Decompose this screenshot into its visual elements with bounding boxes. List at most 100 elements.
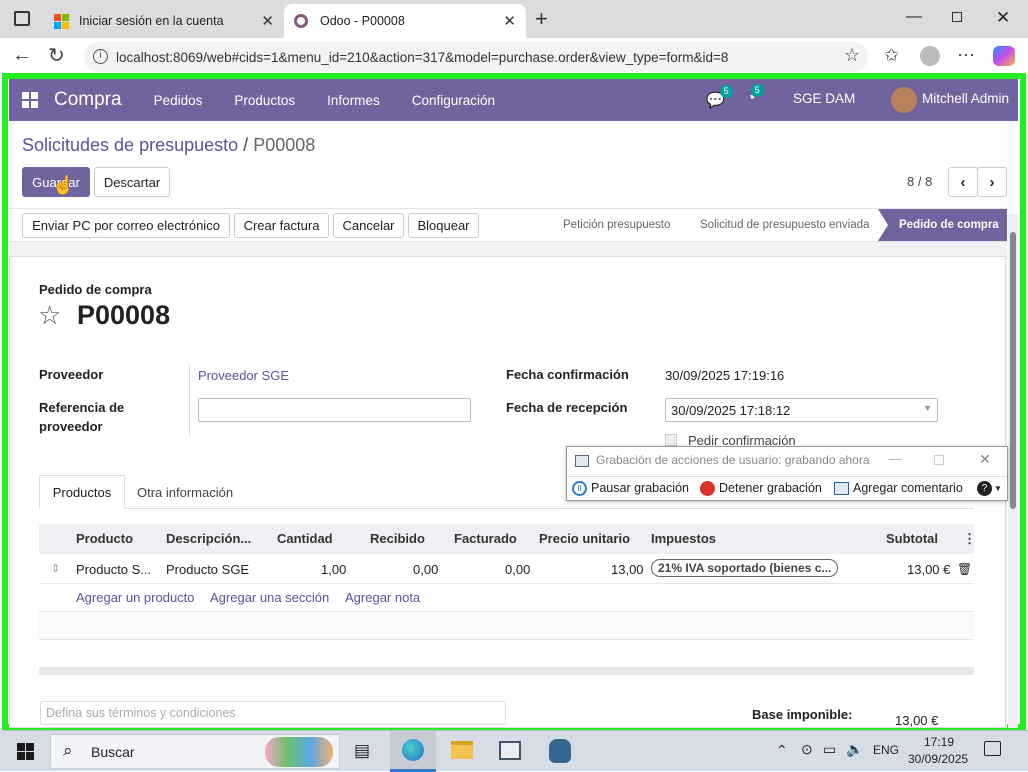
stage-rfq-sent[interactable]: Solicitud de presupuesto enviada	[700, 209, 869, 241]
row-received[interactable]: 0,00	[413, 562, 438, 577]
tab-odoo[interactable]: Odoo - P00008 ✕	[284, 4, 526, 38]
scrollbar-thumb[interactable]	[1010, 232, 1016, 509]
stage-rfq[interactable]: Petición presupuesto	[563, 209, 670, 241]
tab-actions-icon[interactable]	[14, 11, 30, 26]
vendor-ref-input[interactable]	[198, 398, 471, 422]
task-view-icon[interactable]: ▤	[354, 741, 370, 761]
steps-recorder-taskbar-icon[interactable]	[499, 741, 521, 760]
minimize-button[interactable]: —	[906, 8, 922, 26]
edge-taskbar-icon[interactable]	[390, 731, 436, 772]
postgres-elephant-icon[interactable]	[549, 739, 571, 763]
favorite-star-icon[interactable]: ☆	[844, 45, 860, 66]
row-quantity[interactable]: 1,00	[321, 562, 346, 577]
add-product-link[interactable]: Agregar un producto	[76, 590, 195, 605]
stage-purchase-order[interactable]: Pedido de compra	[878, 209, 1007, 241]
menu-productos[interactable]: Productos	[234, 93, 295, 108]
back-arrow-icon[interactable]: ←	[12, 44, 32, 67]
app-grid-icon[interactable]	[22, 92, 38, 108]
col-description[interactable]: Descripción...	[166, 531, 251, 546]
send-po-email-button[interactable]: Enviar PC por correo electrónico	[22, 213, 230, 238]
add-note-link[interactable]: Agregar nota	[345, 590, 420, 605]
app-name[interactable]: Compra	[54, 89, 122, 111]
pause-icon[interactable]: II	[572, 481, 587, 496]
add-section-link[interactable]: Agregar una sección	[210, 590, 329, 605]
pause-recording-button[interactable]: Pausar grabación	[591, 481, 689, 495]
comment-icon[interactable]	[834, 482, 849, 495]
create-invoice-button[interactable]: Crear factura	[234, 213, 329, 238]
ask-confirm-checkbox[interactable]	[665, 434, 677, 446]
row-unit-price[interactable]: 13,00	[611, 562, 644, 577]
close-tab-icon[interactable]: ✕	[261, 12, 274, 30]
recorder-close-icon[interactable]: ✕	[979, 451, 991, 468]
menu-pedidos[interactable]: Pedidos	[154, 93, 203, 108]
lock-button[interactable]: Bloquear	[408, 213, 479, 238]
terms-input[interactable]: Defina sus términos y condiciones	[40, 701, 506, 725]
col-invoiced[interactable]: Facturado	[454, 531, 517, 546]
user-menu[interactable]: Mitchell Admin	[922, 91, 1009, 106]
new-tab-button[interactable]: +	[535, 6, 548, 32]
table-footer	[39, 667, 974, 675]
discard-button[interactable]: Descartar	[94, 167, 170, 197]
pager-next-button[interactable]: ›	[977, 167, 1007, 197]
receipt-date-input[interactable]: 30/09/2025 17:18:12 ▼	[665, 398, 938, 422]
menu-informes[interactable]: Informes	[327, 93, 380, 108]
file-explorer-icon[interactable]	[451, 741, 473, 759]
help-chevron-down-icon[interactable]: ▼	[994, 484, 1002, 493]
page-scrollbar[interactable]	[1008, 214, 1018, 728]
volume-icon[interactable]: 🔈	[846, 741, 863, 758]
reload-icon[interactable]: ↻	[48, 43, 65, 68]
restore-button[interactable]	[952, 12, 962, 22]
tab-login[interactable]: Iniciar sesión en la cuenta ✕	[44, 4, 284, 38]
pager-previous-button[interactable]: ‹	[948, 167, 978, 197]
copilot-icon[interactable]	[993, 46, 1015, 66]
row-drag-handle-icon[interactable]: ⇕	[51, 562, 60, 575]
menu-configuracion[interactable]: Configuración	[412, 93, 495, 108]
taskbar-search-box[interactable]: ⌕ Buscar	[50, 734, 340, 769]
activity-clock-icon[interactable]: ◔ 5	[746, 84, 764, 108]
tab-products[interactable]: Productos	[39, 475, 125, 509]
company-switcher[interactable]: SGE DAM	[793, 91, 855, 106]
clock-date[interactable]: 30/09/2025	[908, 752, 968, 766]
stop-icon[interactable]	[700, 481, 715, 496]
row-tax-tag[interactable]: 21% IVA soportado (bienes c...	[651, 559, 839, 577]
tray-chevron-up-icon[interactable]: ⌃	[776, 742, 788, 759]
network-icon[interactable]: ▭	[823, 741, 836, 758]
start-button-icon[interactable]	[17, 743, 34, 760]
url-field[interactable]: i localhost:8069/web#cids=1&menu_id=210&…	[84, 42, 868, 72]
terms-placeholder: Defina sus términos y condiciones	[46, 706, 236, 720]
row-invoiced[interactable]: 0,00	[505, 562, 530, 577]
user-avatar[interactable]	[891, 87, 917, 113]
stop-recording-button[interactable]: Detener grabación	[719, 481, 822, 495]
col-taxes[interactable]: Impuestos	[651, 531, 716, 546]
help-icon[interactable]: ?	[977, 481, 992, 496]
notifications-icon[interactable]	[984, 741, 1001, 756]
row-description[interactable]: Producto SGE	[166, 562, 249, 577]
row-delete-trash-icon[interactable]: 🗑	[957, 562, 972, 576]
clock-time[interactable]: 17:19	[924, 735, 954, 749]
row-product[interactable]: Producto S...	[76, 562, 151, 577]
favorites-icon[interactable]: ✩	[884, 45, 899, 66]
col-product[interactable]: Producto	[76, 531, 133, 546]
meet-now-icon[interactable]: ⊙	[801, 741, 813, 758]
profile-avatar[interactable]	[920, 46, 940, 66]
col-received[interactable]: Recibido	[370, 531, 425, 546]
col-subtotal[interactable]: Subtotal	[886, 531, 938, 546]
chat-icon[interactable]: 💬 5	[706, 85, 733, 109]
col-quantity[interactable]: Cantidad	[277, 531, 333, 546]
more-menu-icon[interactable]: ···	[957, 44, 975, 65]
language-indicator[interactable]: ENG	[873, 743, 899, 757]
vendor-field[interactable]: Proveedor SGE	[198, 368, 289, 383]
pager-value[interactable]: 8 / 8	[907, 174, 932, 189]
priority-star-icon[interactable]: ☆	[38, 300, 61, 331]
breadcrumb-parent[interactable]: Solicitudes de presupuesto	[22, 135, 238, 155]
recorder-maximize-icon[interactable]	[934, 455, 944, 465]
info-icon[interactable]: i	[93, 49, 108, 64]
column-options-icon[interactable]: ⋮	[963, 531, 976, 547]
col-unit-price[interactable]: Precio unitario	[539, 531, 630, 546]
recorder-minimize-icon[interactable]: —	[889, 451, 902, 466]
tab-other-info[interactable]: Otra información	[137, 485, 233, 500]
close-tab-icon[interactable]: ✕	[503, 12, 516, 30]
add-comment-button[interactable]: Agregar comentario	[853, 481, 963, 495]
close-window-button[interactable]: ✕	[996, 8, 1010, 28]
cancel-button[interactable]: Cancelar	[333, 213, 404, 238]
